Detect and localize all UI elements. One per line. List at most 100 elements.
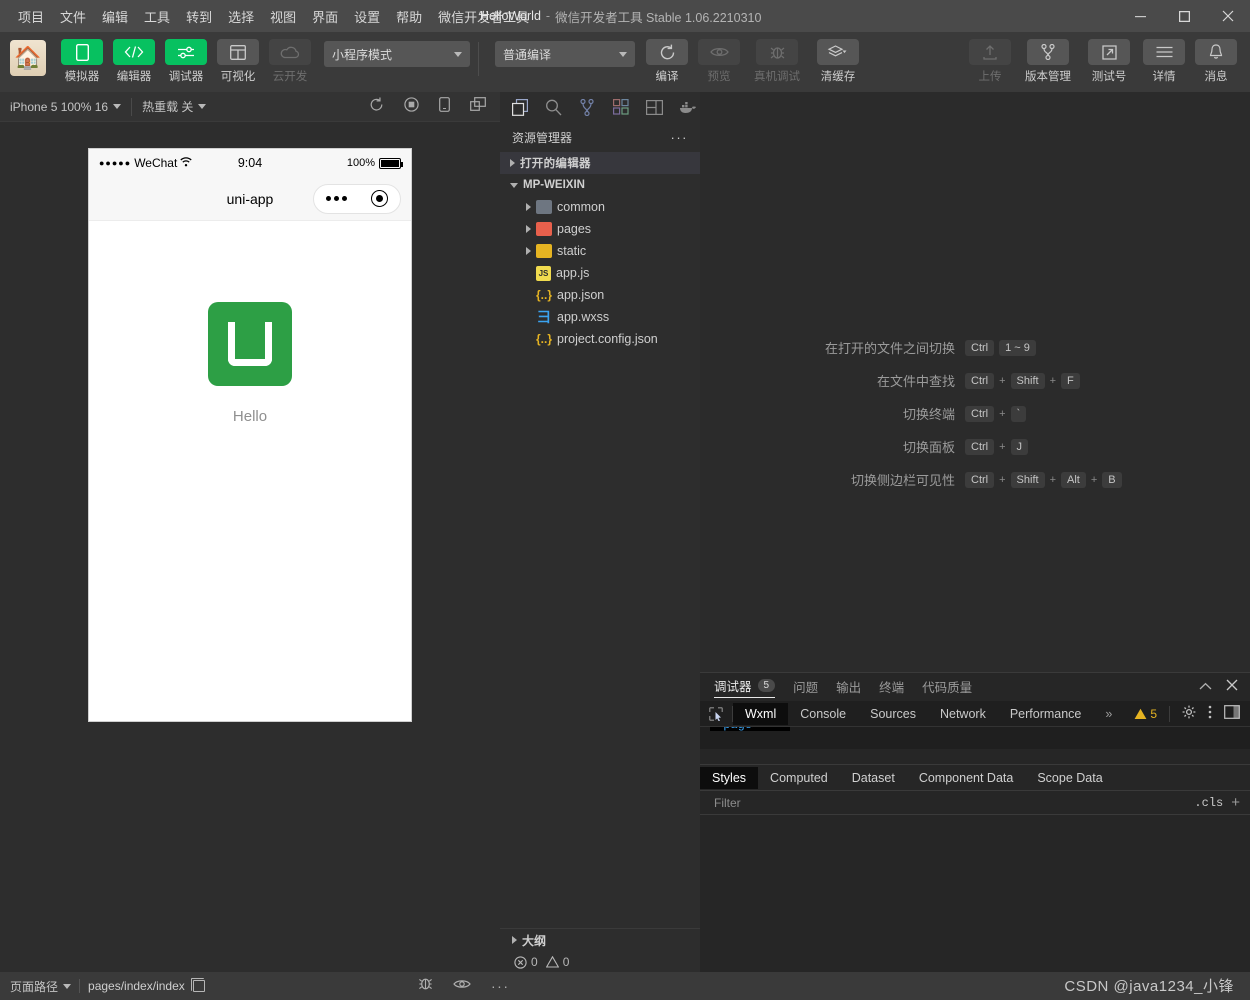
- wxml-root-tag[interactable]: <page>: [716, 727, 759, 732]
- close-icon[interactable]: [1226, 678, 1238, 696]
- menu-item-goto[interactable]: 转到: [178, 3, 220, 30]
- close-button[interactable]: [1206, 0, 1250, 32]
- toolbar-button-preview[interactable]: 预览: [696, 32, 742, 84]
- more-horizontal-icon[interactable]: ···: [491, 978, 510, 994]
- toolbar-button-upload[interactable]: 上传: [967, 32, 1013, 84]
- multi-window-icon[interactable]: [470, 97, 486, 116]
- toolbar-button-clearcache[interactable]: 清缓存: [812, 32, 864, 84]
- toolbar-button-messages[interactable]: 消息: [1193, 32, 1239, 84]
- style-tab-dataset[interactable]: Dataset: [840, 767, 907, 789]
- devtools-tab-wxml[interactable]: Wxml: [733, 702, 789, 725]
- menu-item-select[interactable]: 选择: [220, 3, 262, 30]
- gear-icon[interactable]: [1182, 705, 1196, 722]
- cls-button[interactable]: .cls: [1194, 796, 1231, 810]
- menu-item-view[interactable]: 视图: [262, 3, 304, 30]
- wxml-tree-view[interactable]: <page>: [700, 727, 1250, 749]
- style-tab-component-data[interactable]: Component Data: [907, 767, 1026, 789]
- toolbar-button-version[interactable]: 版本管理: [1019, 32, 1077, 84]
- phone-battery-area: 100%: [347, 157, 403, 169]
- wxml-panel-icon[interactable]: [643, 95, 667, 119]
- docker-icon[interactable]: [676, 95, 700, 119]
- maximize-button[interactable]: [1162, 0, 1206, 32]
- panel-tab-debugger[interactable]: 调试器 5: [714, 676, 776, 698]
- menu-item-edit[interactable]: 编辑: [94, 3, 136, 30]
- record-icon[interactable]: [404, 96, 419, 117]
- devtools-overflow-button[interactable]: »: [1093, 703, 1124, 725]
- mode-select[interactable]: 小程序模式: [324, 41, 470, 67]
- toolbar-button-compile[interactable]: 编译: [644, 32, 690, 84]
- shortcut-row: 在文件中查找 Ctrl + Shift + F: [700, 371, 1250, 390]
- devtools-tab-console[interactable]: Console: [788, 703, 858, 725]
- menu-item-help[interactable]: 帮助: [388, 3, 430, 30]
- kebab-menu-icon[interactable]: [1208, 705, 1212, 722]
- extensions-icon[interactable]: [609, 95, 633, 119]
- warning-count: 0: [562, 955, 570, 969]
- devtools-tab-sources[interactable]: Sources: [858, 703, 928, 725]
- source-control-icon[interactable]: [575, 95, 599, 119]
- toolbar-button-simulator[interactable]: 模拟器: [59, 32, 105, 84]
- title-bar: 项目 文件 编辑 工具 转到 选择 视图 界面 设置 帮助 微信开发者工具 He…: [0, 0, 1250, 32]
- file-row-static[interactable]: static: [500, 240, 700, 262]
- style-tab-styles[interactable]: Styles: [700, 766, 759, 789]
- copy-icon[interactable]: [190, 978, 205, 992]
- file-row-app-js[interactable]: JS app.js: [500, 262, 700, 284]
- devtools-warning-badge[interactable]: 5: [1134, 707, 1157, 721]
- folder-icon: [536, 200, 552, 214]
- style-tab-computed[interactable]: Computed: [758, 767, 840, 789]
- chevron-up-icon[interactable]: [1199, 678, 1212, 696]
- menu-item-file[interactable]: 文件: [52, 3, 94, 30]
- device-rotate-icon[interactable]: [439, 96, 450, 117]
- file-row-project-config[interactable]: {..} project.config.json: [500, 328, 700, 350]
- add-style-rule-button[interactable]: +: [1231, 794, 1250, 811]
- chevron-down-icon: [619, 51, 627, 57]
- inspect-cursor-icon[interactable]: [700, 701, 732, 727]
- file-row-app-wxss[interactable]: 彐 app.wxss: [500, 306, 700, 328]
- files-icon[interactable]: [508, 95, 532, 119]
- explorer-section-open-editors[interactable]: 打开的编辑器: [500, 152, 700, 174]
- more-horizontal-icon[interactable]: ···: [671, 130, 689, 145]
- devtools-tab-network[interactable]: Network: [928, 703, 998, 725]
- menu-item-project[interactable]: 项目: [10, 3, 52, 30]
- target-circle-icon[interactable]: [371, 190, 388, 207]
- file-row-pages[interactable]: pages: [500, 218, 700, 240]
- style-tab-scope-data[interactable]: Scope Data: [1025, 767, 1114, 789]
- problems-summary[interactable]: 0 0: [500, 951, 700, 973]
- page-path-select[interactable]: 页面路径: [10, 978, 72, 995]
- panel-tab-terminal[interactable]: 终端: [879, 677, 904, 698]
- dock-icon[interactable]: [1224, 705, 1240, 722]
- file-name: app.wxss: [557, 310, 610, 324]
- phone-content: Hello: [89, 221, 411, 721]
- toolbar-button-visual[interactable]: 可视化: [215, 32, 261, 84]
- file-row-app-json[interactable]: {..} app.json: [500, 284, 700, 306]
- panel-tab-label: 调试器: [714, 680, 752, 694]
- phone-simulator[interactable]: ●●●●● WeChat 9:04 100% uni-app Hello: [89, 149, 411, 721]
- toolbar-button-debugger[interactable]: 调试器: [163, 32, 209, 84]
- toolbar-button-testid[interactable]: 测试号: [1083, 32, 1135, 84]
- toolbar-button-realdebug[interactable]: 真机调试: [748, 32, 806, 84]
- devtools-tab-performance[interactable]: Performance: [998, 703, 1094, 725]
- toolbar-button-details[interactable]: 详情: [1141, 32, 1187, 84]
- toolbar-button-editor[interactable]: 编辑器: [111, 32, 157, 84]
- panel-tab-output[interactable]: 输出: [836, 677, 861, 698]
- file-row-common[interactable]: common: [500, 196, 700, 218]
- hotreload-select[interactable]: 热重载 关: [132, 98, 216, 115]
- explorer-section-project[interactable]: MP-WEIXIN: [500, 174, 700, 196]
- menu-item-interface[interactable]: 界面: [304, 3, 346, 30]
- menu-item-settings[interactable]: 设置: [346, 3, 388, 30]
- more-dots-icon[interactable]: [326, 196, 347, 201]
- outline-header[interactable]: 大纲: [500, 929, 700, 951]
- menu-item-tools[interactable]: 工具: [136, 3, 178, 30]
- toolbar-button-cloud[interactable]: 云开发: [267, 32, 313, 84]
- panel-tab-problems[interactable]: 问题: [793, 677, 818, 698]
- bug-icon[interactable]: [418, 976, 433, 996]
- style-filter-input[interactable]: Filter: [700, 796, 1194, 810]
- search-icon[interactable]: [542, 95, 566, 119]
- project-logo-icon[interactable]: 🏠: [10, 40, 46, 76]
- panel-tab-codequality[interactable]: 代码质量: [922, 677, 972, 698]
- compile-mode-select[interactable]: 普通编译: [495, 41, 635, 67]
- refresh-icon[interactable]: [369, 97, 384, 117]
- minimize-button[interactable]: [1118, 0, 1162, 32]
- eye-icon[interactable]: [453, 977, 471, 995]
- wechat-capsule[interactable]: [313, 183, 401, 214]
- device-select[interactable]: iPhone 5 100% 16: [0, 100, 131, 114]
